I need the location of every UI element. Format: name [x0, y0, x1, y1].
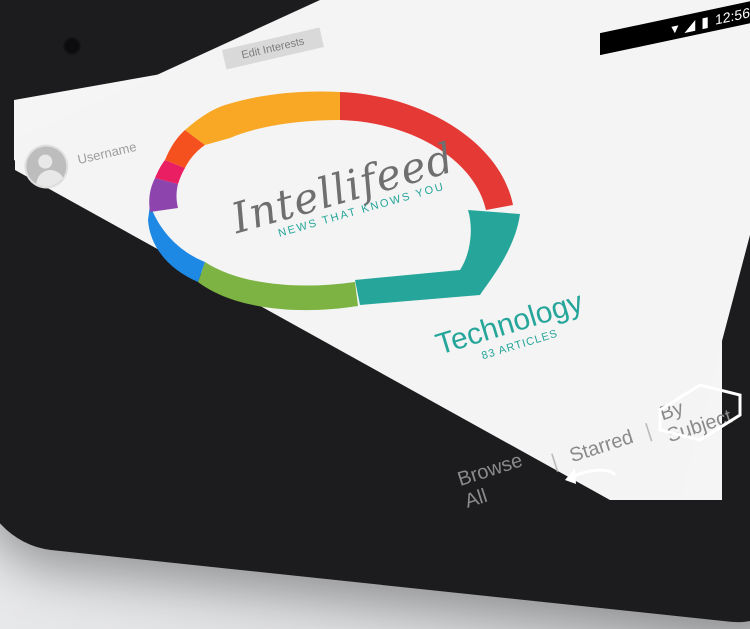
back-icon[interactable] [565, 468, 617, 484]
phone-frame: ▾ ◢ ▮ 12:56 Edit Interests Username Inte… [0, 0, 750, 629]
soft-keys [565, 383, 742, 484]
home-icon[interactable] [658, 383, 742, 442]
